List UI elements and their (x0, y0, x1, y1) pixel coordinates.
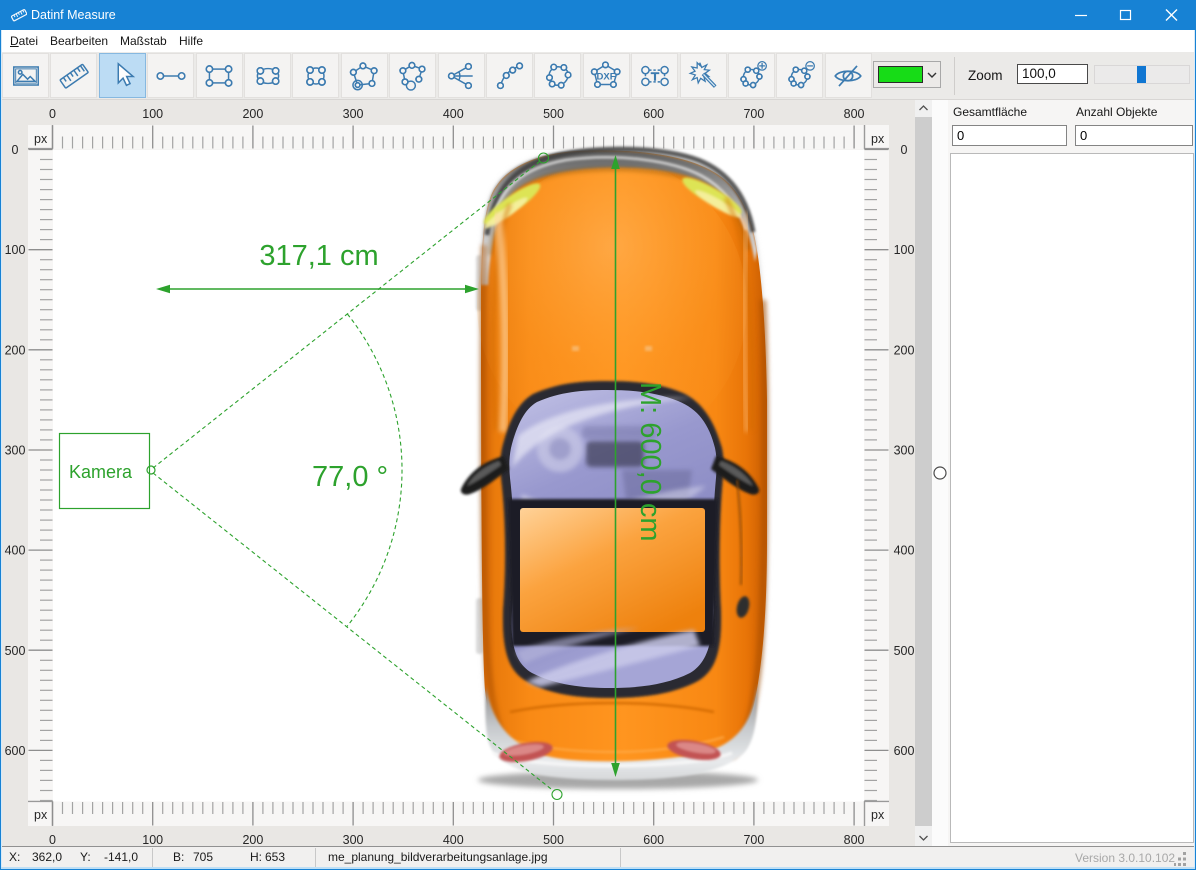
svg-text:500: 500 (543, 833, 564, 846)
svg-text:400: 400 (894, 544, 915, 558)
svg-text:600: 600 (894, 744, 915, 758)
svg-text:600: 600 (643, 833, 664, 846)
svg-text:400: 400 (443, 833, 464, 846)
svg-text:100: 100 (5, 243, 26, 257)
svg-text:200: 200 (242, 833, 263, 846)
svg-text:100: 100 (894, 243, 915, 257)
svg-text:77,0 °: 77,0 ° (312, 461, 388, 493)
svg-text:200: 200 (242, 107, 263, 121)
svg-text:DXF: DXF (597, 71, 616, 82)
svg-text:300: 300 (343, 833, 364, 846)
svg-text:px: px (871, 808, 885, 822)
svg-text:500: 500 (894, 644, 915, 658)
svg-text:800: 800 (844, 107, 865, 121)
svg-text:700: 700 (743, 107, 764, 121)
svg-text:0: 0 (49, 107, 56, 121)
svg-text:px: px (871, 132, 885, 146)
svg-text:317,1 cm: 317,1 cm (259, 240, 378, 272)
svg-text:px: px (34, 132, 48, 146)
svg-text:300: 300 (5, 444, 26, 458)
svg-text:700: 700 (743, 833, 764, 846)
svg-text:300: 300 (894, 444, 915, 458)
svg-text:100: 100 (142, 833, 163, 846)
svg-text:0: 0 (49, 833, 56, 846)
svg-text:px: px (34, 808, 48, 822)
svg-text:300: 300 (343, 107, 364, 121)
svg-text:400: 400 (443, 107, 464, 121)
svg-text:200: 200 (894, 343, 915, 357)
svg-text:0: 0 (12, 143, 19, 157)
svg-text:200: 200 (5, 343, 26, 357)
svg-text:0: 0 (901, 143, 908, 157)
svg-text:400: 400 (5, 544, 26, 558)
svg-text:500: 500 (5, 644, 26, 658)
svg-text:M: 600,0 cm: M: 600,0 cm (634, 382, 666, 542)
svg-text:800: 800 (844, 833, 865, 846)
svg-text:Kamera: Kamera (69, 462, 133, 482)
svg-text:600: 600 (5, 744, 26, 758)
svg-text:600: 600 (643, 107, 664, 121)
svg-text:100: 100 (142, 107, 163, 121)
svg-text:500: 500 (543, 107, 564, 121)
